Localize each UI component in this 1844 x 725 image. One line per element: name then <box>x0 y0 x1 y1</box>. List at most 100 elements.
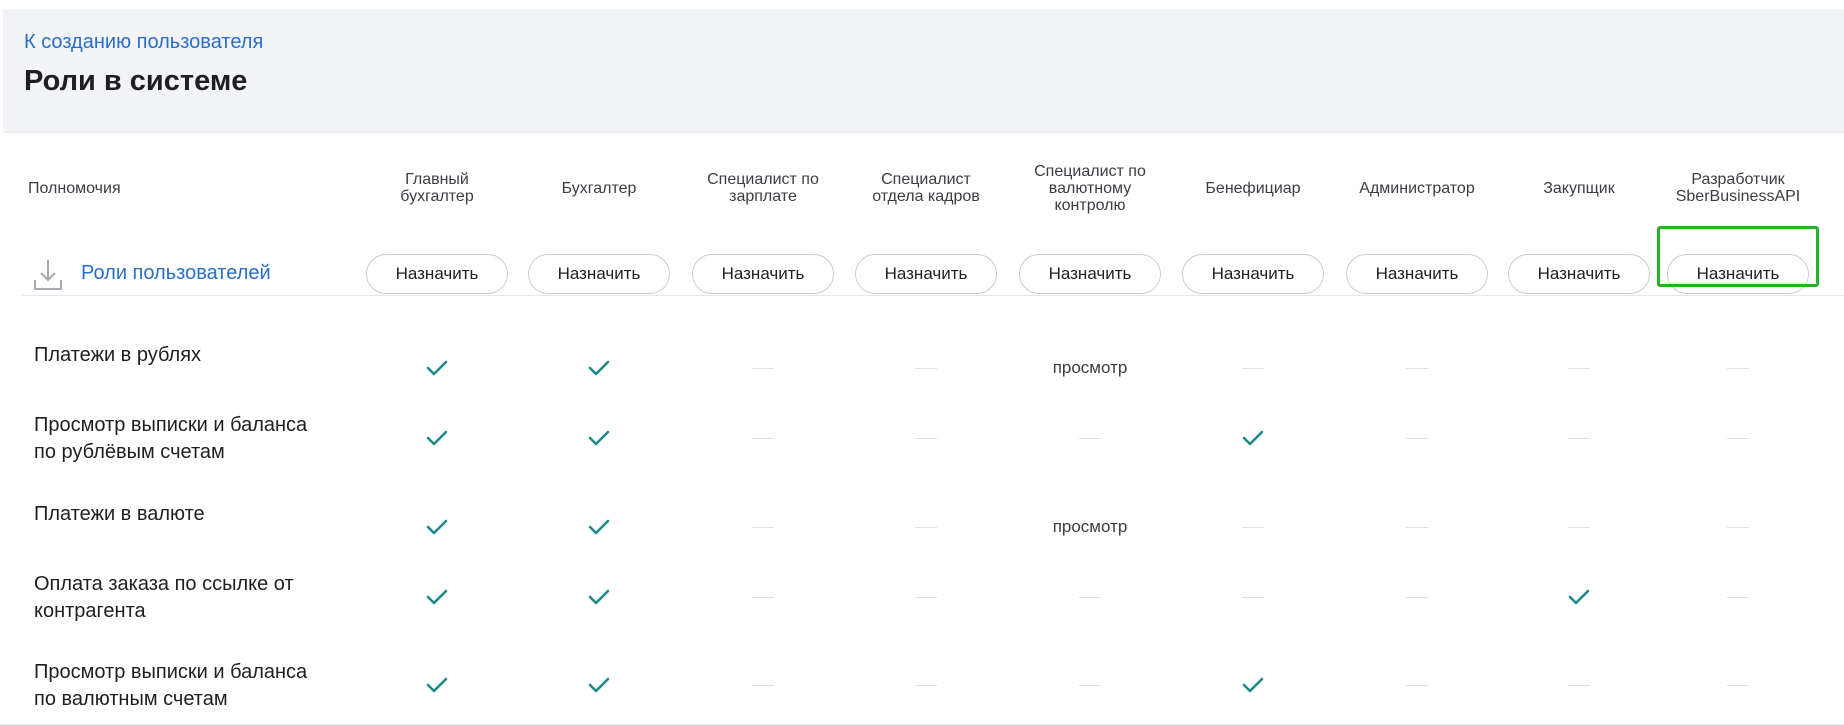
dash-line <box>915 437 937 439</box>
dash-icon <box>1203 353 1303 383</box>
dash-icon <box>1040 423 1140 453</box>
dash-line <box>1727 684 1749 686</box>
permission-label: Платежи в рублях <box>34 344 202 366</box>
dash-icon <box>876 353 976 383</box>
roles-row: Роли пользователей Назначить Назначить Наз… <box>22 236 1844 320</box>
dash-icon <box>713 353 813 383</box>
check-icon <box>387 423 487 453</box>
dash-icon <box>1367 512 1467 542</box>
dash-line <box>1568 526 1590 528</box>
dash-line <box>1242 526 1264 528</box>
dash-line <box>1727 367 1749 369</box>
dash-line <box>1727 526 1749 528</box>
dash-line <box>1079 684 1101 686</box>
dash-icon <box>1367 423 1467 453</box>
dash-icon <box>1688 582 1788 612</box>
dash-icon <box>1203 512 1303 542</box>
column-header-col-9: Разработчик SberBusinessAPI <box>1675 171 1801 205</box>
check-icon <box>549 423 649 453</box>
dash-icon <box>713 512 813 542</box>
dash-line <box>915 367 937 369</box>
highlight-box <box>1657 226 1819 287</box>
dash-line <box>915 526 937 528</box>
check-icon <box>1203 423 1303 453</box>
assign-button-col-5[interactable]: Назначить <box>1019 254 1161 294</box>
dash-icon <box>1529 353 1629 383</box>
assign-button-col-2[interactable]: Назначить <box>528 254 670 294</box>
dash-line <box>1406 596 1428 598</box>
permission-label: Платежи в валюте <box>34 503 205 525</box>
dash-icon <box>1367 353 1467 383</box>
dash-icon <box>1529 670 1629 700</box>
assign-button-col-4[interactable]: Назначить <box>855 254 997 294</box>
cell-text: просмотр <box>1052 358 1128 377</box>
dash-line <box>1242 596 1264 598</box>
dash-line <box>1079 596 1101 598</box>
roles-row-label[interactable]: Роли пользователей <box>81 262 271 285</box>
dash-line <box>1568 367 1590 369</box>
dash-icon <box>713 582 813 612</box>
check-icon <box>549 353 649 383</box>
column-header-col-5: Специалист по валютному контролю <box>1034 162 1146 214</box>
back-link[interactable]: К созданию пользователя <box>24 31 263 54</box>
permission-label: Просмотр выписки и баланса по валютным с… <box>34 661 308 710</box>
dash-line <box>1406 437 1428 439</box>
dash-icon <box>1688 670 1788 700</box>
column-header-col-7: Администратор <box>1359 179 1475 197</box>
dash-line <box>1727 437 1749 439</box>
roles-page: К созданию пользователя Роли в системе П… <box>0 0 1844 725</box>
column-header-col-8: Закупщик <box>1543 179 1615 197</box>
dash-icon <box>1688 423 1788 453</box>
dash-line <box>1727 596 1749 598</box>
dash-icon <box>713 423 813 453</box>
check-icon <box>387 353 487 383</box>
dash-icon <box>876 670 976 700</box>
permission-label: Просмотр выписки и баланса по рублёвым с… <box>34 414 308 463</box>
permission-label: Оплата заказа по ссылке от контрагента <box>34 573 294 622</box>
dash-icon <box>1688 512 1788 542</box>
table-divider <box>22 295 1844 296</box>
dash-line <box>1406 367 1428 369</box>
dash-line <box>752 367 774 369</box>
dash-icon <box>1367 582 1467 612</box>
dash-line <box>1242 367 1264 369</box>
dash-line <box>915 684 937 686</box>
download-icon <box>34 260 62 290</box>
assign-button-col-3[interactable]: Назначить <box>692 254 834 294</box>
check-icon <box>1529 582 1629 612</box>
check-icon <box>549 512 649 542</box>
dash-icon <box>1040 670 1140 700</box>
dash-icon <box>876 512 976 542</box>
dash-icon <box>1367 670 1467 700</box>
page-title: Роли в системе <box>24 65 248 97</box>
dash-line <box>752 437 774 439</box>
dash-line <box>752 684 774 686</box>
dash-icon <box>876 423 976 453</box>
column-header-col-4: Специалист отдела кадров <box>872 171 980 205</box>
dash-line <box>1406 526 1428 528</box>
assign-button-col-7[interactable]: Назначить <box>1346 254 1488 294</box>
dash-line <box>1406 684 1428 686</box>
column-header-col-6: Бенефициар <box>1205 179 1301 197</box>
dash-icon <box>1529 423 1629 453</box>
column-header-col-3: Специалист по зарплате <box>707 171 819 205</box>
dash-icon <box>1529 512 1629 542</box>
check-icon <box>549 582 649 612</box>
dash-line <box>915 596 937 598</box>
dash-line <box>1568 437 1590 439</box>
dash-line <box>752 526 774 528</box>
dash-line <box>1079 437 1101 439</box>
page-header: К созданию пользователя Роли в системе <box>3 9 1844 133</box>
assign-button-col-6[interactable]: Назначить <box>1182 254 1324 294</box>
column-header-col-1: Главный бухгалтер <box>400 171 474 205</box>
assign-button-col-1[interactable]: Назначить <box>366 254 508 294</box>
dash-icon <box>876 582 976 612</box>
check-icon <box>387 582 487 612</box>
dash-icon <box>1688 353 1788 383</box>
cell-text: просмотр <box>1052 517 1128 536</box>
dash-line <box>1568 684 1590 686</box>
check-icon <box>387 670 487 700</box>
assign-button-col-8[interactable]: Назначить <box>1508 254 1650 294</box>
column-header-col-2: Бухгалтер <box>561 179 637 197</box>
check-icon <box>387 512 487 542</box>
